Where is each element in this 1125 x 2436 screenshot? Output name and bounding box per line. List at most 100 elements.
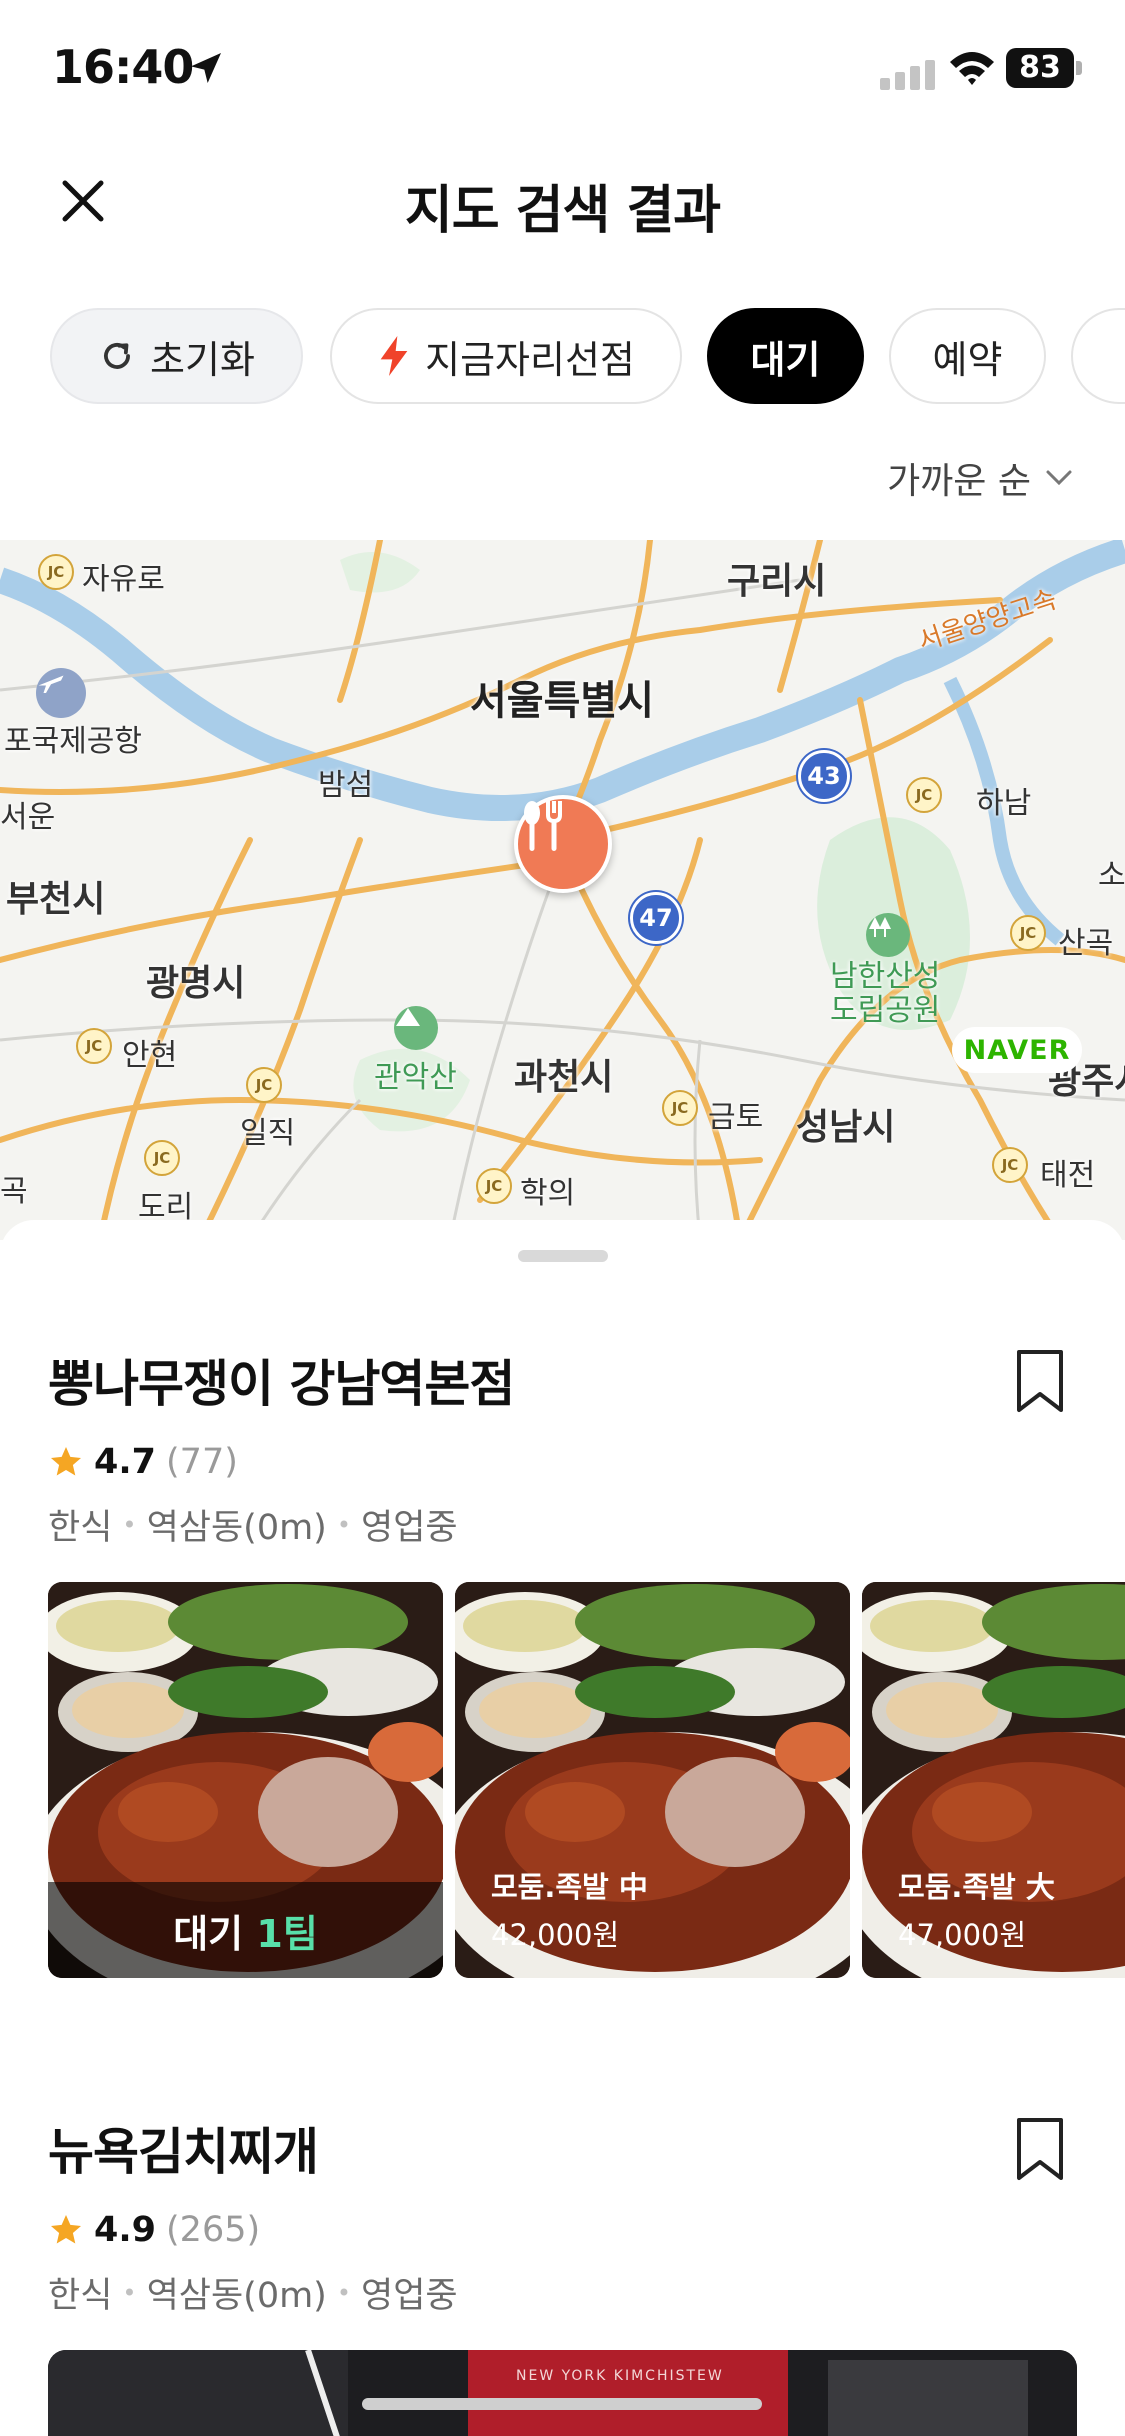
waiting-team-count: 1팀 — [256, 1911, 318, 1956]
filter-more[interactable]: 포 — [1071, 308, 1125, 404]
map-label: 안현 — [122, 1038, 178, 1073]
map-view[interactable]: 자유로 구리시 서울양양고속 서울특별시 포국제공항 밤섬 서운 하남 소 부천… — [0, 540, 1125, 1240]
filter-reservation[interactable]: 예약 — [889, 308, 1046, 404]
home-indicator[interactable] — [362, 2398, 762, 2410]
rating-value: 4.9 — [94, 2210, 157, 2250]
waiting-count-bar: 대기 1팀 — [48, 1882, 443, 1978]
reset-filter-button[interactable]: 초기화 — [50, 308, 303, 404]
filter-waiting[interactable]: 대기 — [707, 308, 864, 404]
map-label: 서울특별시 — [470, 678, 654, 724]
map-label: 과천시 — [514, 1057, 614, 1098]
airport-icon — [36, 668, 86, 718]
filter-seat-now[interactable]: 지금자리선점 — [330, 308, 682, 404]
filter-waiting-label: 대기 — [750, 337, 821, 382]
map-label: 서운 — [0, 800, 56, 835]
menu-photo[interactable]: 모둠.족발 中 42,000원 — [455, 1582, 850, 1978]
map-label: 소 — [1098, 858, 1125, 893]
results-sheet[interactable]: 뽕나무쟁이 강남역본점 4.7 (77) 한식 • 역삼동(0m) • 영업중 — [0, 1220, 1125, 2436]
menu-price: 47,000원 — [898, 1918, 1027, 1952]
map-label: 자유로 — [82, 562, 165, 597]
location-label: 역삼동(0m) — [146, 1508, 327, 1548]
store-sign-text: NEW YORK KIMCHISTEW — [516, 2368, 724, 2384]
storefront-image — [48, 2350, 1077, 2436]
park-icon — [866, 913, 910, 957]
map-label: 금토 — [708, 1100, 764, 1135]
restaurant-meta: 한식 • 역삼동(0m) • 영업중 — [48, 2267, 458, 2318]
separator-dot: • — [336, 2278, 351, 2307]
jc-marker: JC — [144, 1140, 180, 1176]
jc-marker: JC — [246, 1067, 282, 1103]
sort-dropdown[interactable]: 가까운 순 — [887, 452, 1073, 504]
map-label: 구리시 — [727, 561, 827, 602]
map-label: 광명시 — [146, 963, 246, 1004]
jc-marker: JC — [662, 1090, 698, 1126]
jc-marker: JC — [38, 554, 74, 590]
map-label: 성남시 — [796, 1107, 896, 1148]
location-arrow-icon — [191, 53, 221, 83]
route-47-marker: 47 — [630, 892, 682, 944]
battery-icon: 83 — [1006, 48, 1082, 88]
bookmark-icon[interactable] — [1013, 2116, 1067, 2182]
open-status: 영업중 — [361, 2276, 458, 2316]
map-label: 남한산성 도립공원 — [830, 959, 941, 1028]
review-count: (265) — [166, 2210, 261, 2250]
jc-marker: JC — [76, 1028, 112, 1064]
location-label: 역삼동(0m) — [146, 2276, 327, 2316]
status-time: 16:40 — [52, 40, 194, 94]
restaurant-name[interactable]: 뽕나무쟁이 강남역본점 — [48, 1344, 515, 1416]
filter-seat-now-label: 지금자리선점 — [425, 337, 635, 382]
map-label: 태전 — [1040, 1158, 1096, 1193]
map-label: 포국제공항 — [4, 724, 142, 759]
map-label: 일직 — [240, 1116, 296, 1151]
jc-marker: JC — [906, 777, 942, 813]
menu-name: 모둠.족발 中 — [491, 1870, 648, 1904]
sort-label: 가까운 순 — [887, 461, 1031, 502]
jc-marker: JC — [992, 1147, 1028, 1183]
battery-level: 83 — [1006, 48, 1074, 88]
map-label: 부천시 — [6, 879, 106, 920]
open-status: 영업중 — [361, 1508, 458, 1548]
sheet-drag-handle[interactable] — [518, 1250, 608, 1262]
filter-reservation-label: 예약 — [932, 337, 1003, 382]
filter-chips: 초기화 지금자리선점 대기 예약 포 — [0, 308, 1125, 404]
map-label: 밤섬 — [318, 768, 374, 803]
map-label: 관악산 — [374, 1060, 457, 1095]
route-43-marker: 43 — [798, 750, 850, 802]
status-bar: 16:40 83 — [0, 0, 1125, 140]
reset-filter-label: 초기화 — [150, 337, 255, 382]
fork-knife-icon — [524, 801, 562, 851]
mountain-icon — [394, 1006, 438, 1050]
wifi-icon — [950, 52, 994, 85]
bookmark-icon[interactable] — [1013, 1348, 1067, 1414]
jc-marker: JC — [1010, 915, 1046, 951]
restaurant-name[interactable]: 뉴욕김치찌개 — [48, 2112, 319, 2184]
photo-carousel[interactable]: 대기 1팀 모둠.족발 中 42,000원 모둠.족발 大 47,000원 — [48, 1582, 1125, 1978]
lightning-icon — [380, 336, 408, 376]
separator-dot: • — [122, 1510, 137, 1539]
map-label: 학의 — [520, 1176, 576, 1211]
map-label: 하남 — [976, 786, 1032, 821]
map-label: 곡 — [0, 1174, 28, 1209]
menu-photo[interactable]: 모둠.족발 大 47,000원 — [862, 1582, 1125, 1978]
rating-row: 4.9 (265) — [48, 2210, 260, 2250]
cellular-signal-icon — [880, 60, 935, 90]
category-label: 한식 — [48, 1508, 113, 1548]
separator-dot: • — [122, 2278, 137, 2307]
waiting-label: 대기 — [173, 1911, 257, 1956]
naver-logo: NAVER — [952, 1027, 1082, 1073]
star-icon — [51, 2215, 81, 2244]
restaurant-map-pin[interactable] — [514, 795, 612, 893]
menu-price: 42,000원 — [491, 1918, 620, 1952]
category-label: 한식 — [48, 2276, 113, 2316]
storefront-photo[interactable]: NEW YORK KIMCHISTEW — [48, 2350, 1077, 2436]
jc-marker: JC — [476, 1168, 512, 1204]
battery-cap — [1076, 61, 1082, 75]
menu-caption: 모둠.족발 中 42,000원 — [491, 1864, 648, 1954]
menu-name: 모둠.족발 大 — [898, 1870, 1055, 1904]
refresh-icon — [104, 342, 131, 369]
separator-dot: • — [336, 1510, 351, 1539]
menu-caption: 모둠.족발 大 47,000원 — [898, 1864, 1055, 1954]
food-photo[interactable]: 대기 1팀 — [48, 1582, 443, 1978]
restaurant-meta: 한식 • 역삼동(0m) • 영업중 — [48, 1499, 458, 1550]
review-count: (77) — [166, 1442, 238, 1482]
